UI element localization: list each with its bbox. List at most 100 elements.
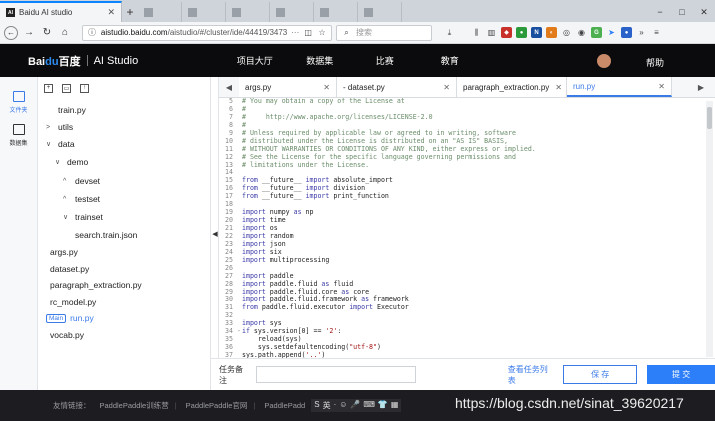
- baidu-ai-studio-logo[interactable]: Baidu百度 AI Studio: [28, 53, 138, 69]
- app-header: Baidu百度 AI Studio 项目大厅 数据集 比赛 教育 帮助: [0, 44, 715, 77]
- submit-button[interactable]: 提 交: [647, 365, 715, 384]
- maximize-window-button[interactable]: □: [671, 2, 693, 22]
- save-button[interactable]: 保 存: [563, 365, 638, 384]
- tree-item[interactable]: > utils: [46, 122, 73, 132]
- back-arrow-icon[interactable]: ←: [4, 25, 18, 40]
- watermark: https://blog.csdn.net/sinat_39620217: [455, 395, 684, 411]
- nav-datasets[interactable]: 数据集: [287, 54, 352, 67]
- new-tab-button[interactable]: +: [122, 2, 138, 22]
- dataset-icon: [12, 124, 25, 135]
- tabs-scroll-left-icon[interactable]: ◀: [219, 77, 239, 97]
- help-link[interactable]: 帮助: [646, 56, 664, 69]
- avatar[interactable]: [597, 54, 611, 68]
- overflow-menu-icon[interactable]: »: [636, 27, 647, 38]
- new-folder-icon[interactable]: ▭: [62, 83, 71, 93]
- browser-tab[interactable]: [358, 2, 402, 22]
- extension-red-icon[interactable]: ◆: [501, 27, 512, 38]
- tree-item[interactable]: ^ testset: [63, 194, 100, 204]
- tree-item[interactable]: paragraph_extraction.py: [38, 280, 142, 290]
- code-line: 17 from __future__ import print_function: [219, 192, 703, 201]
- rail-datasets[interactable]: 数据集: [0, 124, 37, 147]
- view-task-list-link[interactable]: 查看任务列表: [508, 364, 551, 386]
- download-icon[interactable]: ⤓: [444, 27, 455, 38]
- tree-item[interactable]: ∨ data: [46, 139, 75, 149]
- new-file-icon[interactable]: +: [44, 83, 53, 93]
- browser-tab[interactable]: [182, 2, 226, 22]
- tabs-scroll-right-icon[interactable]: ▶: [691, 77, 711, 97]
- reload-icon[interactable]: ↻: [40, 26, 54, 40]
- extension-blue-icon[interactable]: ●: [621, 27, 632, 38]
- editor-tab-active[interactable]: run.py ✕: [567, 77, 672, 97]
- extension-n-icon[interactable]: N: [531, 27, 542, 38]
- home-icon[interactable]: ⌂: [58, 26, 72, 40]
- rail-files[interactable]: 文件夹: [0, 91, 37, 114]
- tree-item[interactable]: ∨ demo: [55, 157, 88, 167]
- tree-chevron-icon: ∨: [46, 141, 52, 148]
- browser-tab[interactable]: [314, 2, 358, 22]
- nav-project-hall[interactable]: 项目大厅: [222, 54, 287, 67]
- footer-link[interactable]: PaddlePadd: [264, 401, 305, 410]
- scrollbar-thumb[interactable]: [707, 107, 712, 129]
- upload-icon[interactable]: ↑: [80, 83, 89, 93]
- site-info-icon[interactable]: ⓘ: [87, 27, 97, 38]
- rail-datasets-label: 数据集: [9, 141, 28, 147]
- close-tab-icon[interactable]: ✕: [555, 83, 562, 92]
- extension-arrow-icon[interactable]: ➤: [606, 27, 617, 38]
- address-bar[interactable]: ⓘ aistudio.baidu.com/aistudio/#/cluster/…: [82, 24, 332, 41]
- footer-link[interactable]: PaddlePaddle官网: [186, 400, 248, 411]
- browser-tab-active[interactable]: AI Baidu AI studio ✕: [0, 1, 122, 22]
- tree-item[interactable]: search.train.json: [63, 230, 137, 240]
- tree-item[interactable]: dataset.py: [38, 264, 89, 274]
- tree-item[interactable]: ^ devset: [63, 176, 100, 186]
- tree-item-selected[interactable]: Main run.py: [46, 313, 94, 323]
- browser-tab[interactable]: [226, 2, 270, 22]
- close-tab-icon[interactable]: ✕: [323, 83, 330, 92]
- tree-item[interactable]: rc_model.py: [38, 297, 96, 307]
- search-box[interactable]: ⌕ 搜索: [336, 24, 432, 41]
- tree-item[interactable]: args.py: [38, 247, 78, 257]
- main-nav: 项目大厅 数据集 比赛 教育: [222, 54, 482, 67]
- logo-divider: [86, 55, 88, 66]
- tab-favicon-icon: [276, 7, 285, 17]
- tree-item[interactable]: ∨ trainset: [63, 212, 103, 222]
- page-actions-icon[interactable]: ···: [291, 28, 299, 37]
- close-tab-icon[interactable]: ✕: [443, 83, 450, 92]
- tree-item[interactable]: vocab.py: [38, 330, 84, 340]
- forward-arrow-icon[interactable]: →: [22, 26, 36, 40]
- close-tab-icon[interactable]: ✕: [107, 7, 115, 18]
- extension-green-icon[interactable]: ●: [516, 27, 527, 38]
- aistudio-favicon-icon: AI: [6, 8, 15, 17]
- code-area[interactable]: 5 # You may obtain a copy of the License …: [219, 98, 703, 358]
- code-text: from __future__ import print_function: [242, 192, 389, 201]
- code-text: import multiprocessing: [242, 255, 330, 264]
- extension-grey-icon[interactable]: ◎: [561, 27, 572, 38]
- editor-tab-bar: ◀ args.py ✕ - dataset.py ✕ paragraph_extra…: [219, 77, 715, 98]
- nav-education[interactable]: 教育: [417, 54, 482, 67]
- browser-tab[interactable]: [138, 2, 182, 22]
- editor-tab[interactable]: - dataset.py ✕: [337, 77, 457, 97]
- editor-tab[interactable]: paragraph_extraction.py ✕: [457, 77, 567, 97]
- ime-lang-icon: 英: [322, 401, 331, 410]
- editor-tab[interactable]: args.py ✕: [239, 77, 337, 97]
- sidebar-icon[interactable]: ▥: [486, 27, 497, 38]
- hamburger-menu-icon[interactable]: ≡: [651, 27, 662, 38]
- nav-competitions[interactable]: 比赛: [352, 54, 417, 67]
- tree-item[interactable]: train.py: [46, 105, 86, 115]
- bookmark-star-icon[interactable]: ☆: [317, 27, 327, 38]
- browser-tab[interactable]: [270, 2, 314, 22]
- close-tab-icon[interactable]: ✕: [658, 82, 665, 91]
- editor-scrollbar[interactable]: [706, 101, 713, 357]
- task-remark-input[interactable]: [255, 366, 416, 383]
- ime-tools-icon: ▦: [390, 400, 399, 409]
- extension-dot-icon[interactable]: ◉: [576, 27, 587, 38]
- footer-link[interactable]: PaddlePaddle训练营: [100, 400, 169, 411]
- library-icon[interactable]: ⫼: [471, 27, 482, 38]
- tree-chevron-icon: ^: [63, 195, 67, 203]
- close-window-button[interactable]: ✕: [693, 2, 715, 22]
- minimize-window-button[interactable]: −: [649, 2, 671, 22]
- ime-toolbar[interactable]: S 英 · ☺ 🎤 ⌨ 👕 ▦: [311, 399, 402, 412]
- extension-orange-icon[interactable]: ◐: [546, 27, 557, 38]
- extension-lime-icon[interactable]: G: [591, 27, 602, 38]
- ime-logo-icon: S: [314, 400, 320, 409]
- pocket-icon[interactable]: ◫: [303, 27, 313, 38]
